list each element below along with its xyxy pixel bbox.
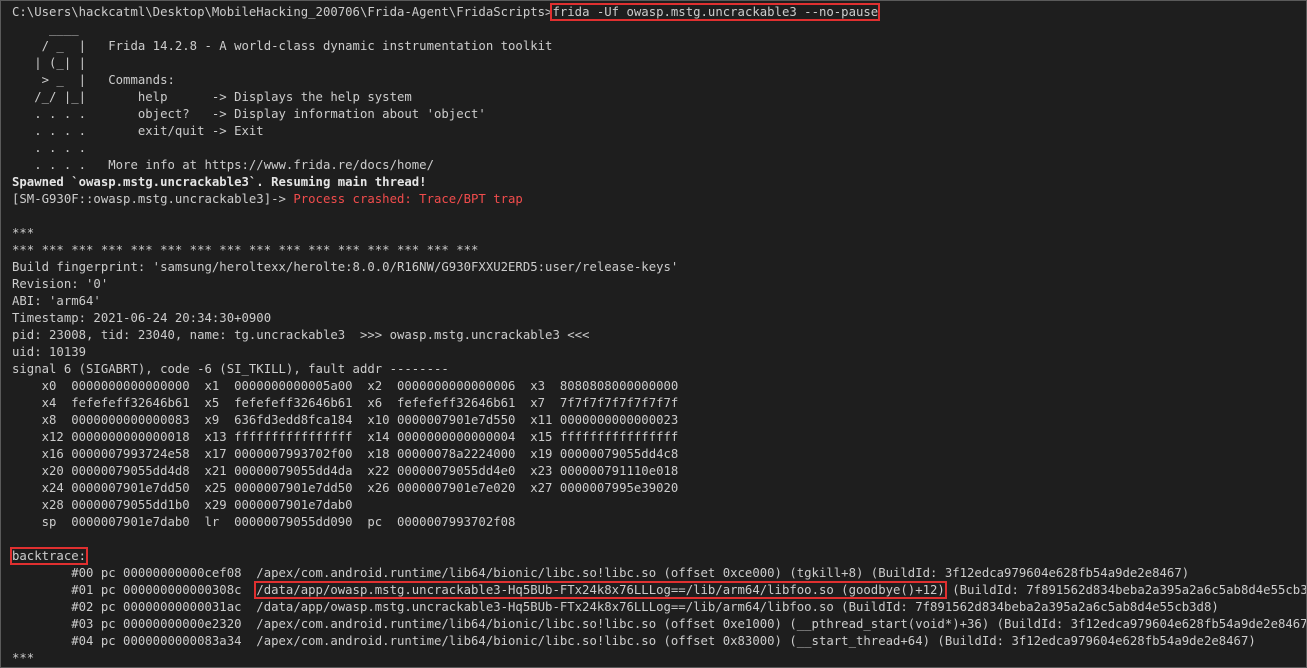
backtrace-frame-prefix: #01 pc 000000000000308c (12, 583, 257, 597)
pid-line: pid: 23008, tid: 23040, name: tg.uncrack… (12, 328, 590, 342)
backtrace-frame-suffix: (BuildId: 7f891562d834beba2a395a2a6c5ab8… (944, 583, 1307, 597)
revision: Revision: '0' (12, 277, 109, 291)
register-row: x4 fefefeff32646b61 x5 fefefeff32646b61 … (12, 396, 679, 410)
tombstone-header: *** *** *** *** *** *** *** *** *** *** … (12, 243, 479, 257)
banner-line: /_/ |_| help -> Displays the help system (12, 90, 412, 104)
backtrace-heading-line: backtrace: (9, 547, 1306, 565)
register-row: x12 0000000000000018 x13 fffffffffffffff… (12, 430, 679, 444)
build-fingerprint: Build fingerprint: 'samsung/heroltexx/he… (12, 260, 679, 274)
abi: ABI: 'arm64' (12, 294, 101, 308)
device-prompt: [SM-G930F::owasp.mstg.uncrackable3]-> (12, 192, 294, 206)
terminal-window[interactable]: C:\Users\hackcatml\Desktop\MobileHacking… (0, 0, 1307, 668)
register-row: x0 0000000000000000 x1 0000000000005a00 … (12, 379, 679, 393)
timestamp: Timestamp: 2021-06-24 20:34:30+0900 (12, 311, 272, 325)
backtrace-frame: #03 pc 00000000000e2320 /apex/com.androi… (12, 617, 1307, 631)
register-row: x28 00000079055dd1b0 x29 0000007901e7dab… (12, 498, 353, 512)
register-row: x24 0000007901e7dd50 x25 0000007901e7dd5… (12, 481, 679, 495)
backtrace-frame: #04 pc 0000000000083a34 /apex/com.androi… (12, 634, 1256, 648)
banner-line: . . . . object? -> Display information a… (12, 107, 486, 121)
backtrace-frame: #00 pc 00000000000cef08 /apex/com.androi… (12, 566, 1190, 580)
banner-line: . . . . (12, 141, 87, 155)
uid-line: uid: 10139 (12, 345, 87, 359)
backtrace-frame: #02 pc 00000000000031ac /data/app/owasp.… (12, 600, 1219, 614)
crash-message: Process crashed: Trace/BPT trap (293, 192, 523, 206)
spawned-message: Spawned `owasp.mstg.uncrackable3`. Resum… (12, 175, 427, 189)
banner-line: . . . . exit/quit -> Exit (12, 124, 264, 138)
register-row: x20 00000079055dd4d8 x21 00000079055dd4d… (12, 464, 679, 478)
tombstone-separator: *** (12, 226, 35, 240)
banner-line: > _ | Commands: (12, 73, 175, 87)
backtrace-frame: #01 pc 000000000000308c /data/app/owasp.… (12, 581, 1307, 599)
register-row: sp 0000007901e7dab0 lr 00000079055dd090 … (12, 515, 516, 529)
tombstone-footer: *** (12, 651, 35, 665)
frida-command: frida -Uf owasp.mstg.uncrackable3 --no-p… (550, 3, 881, 21)
signal-line: signal 6 (SIGABRT), code -6 (SI_TKILL), … (12, 362, 449, 376)
banner-line: ____ (12, 22, 79, 36)
command-line: C:\Users\hackcatml\Desktop\MobileHacking… (12, 3, 1306, 21)
banner-line: / _ | Frida 14.2.8 - A world-class dynam… (12, 39, 553, 53)
register-row: x8 0000000000000083 x9 636fd3edd8fca184 … (12, 413, 679, 427)
backtrace-label: backtrace: (9, 547, 89, 565)
banner-line: . . . . More info at https://www.frida.r… (12, 158, 434, 172)
device-prompt-line: [SM-G930F::owasp.mstg.uncrackable3]-> Pr… (12, 191, 1306, 208)
backtrace-frame-highlight: /data/app/owasp.mstg.uncrackable3-Hq5BUb… (254, 581, 947, 599)
shell-prompt: C:\Users\hackcatml\Desktop\MobileHacking… (12, 5, 553, 19)
banner-line: | (_| | (12, 56, 87, 70)
terminal-output: C:\Users\hackcatml\Desktop\MobileHacking… (9, 3, 1307, 667)
register-row: x16 0000007993724e58 x17 0000007993702f0… (12, 447, 679, 461)
